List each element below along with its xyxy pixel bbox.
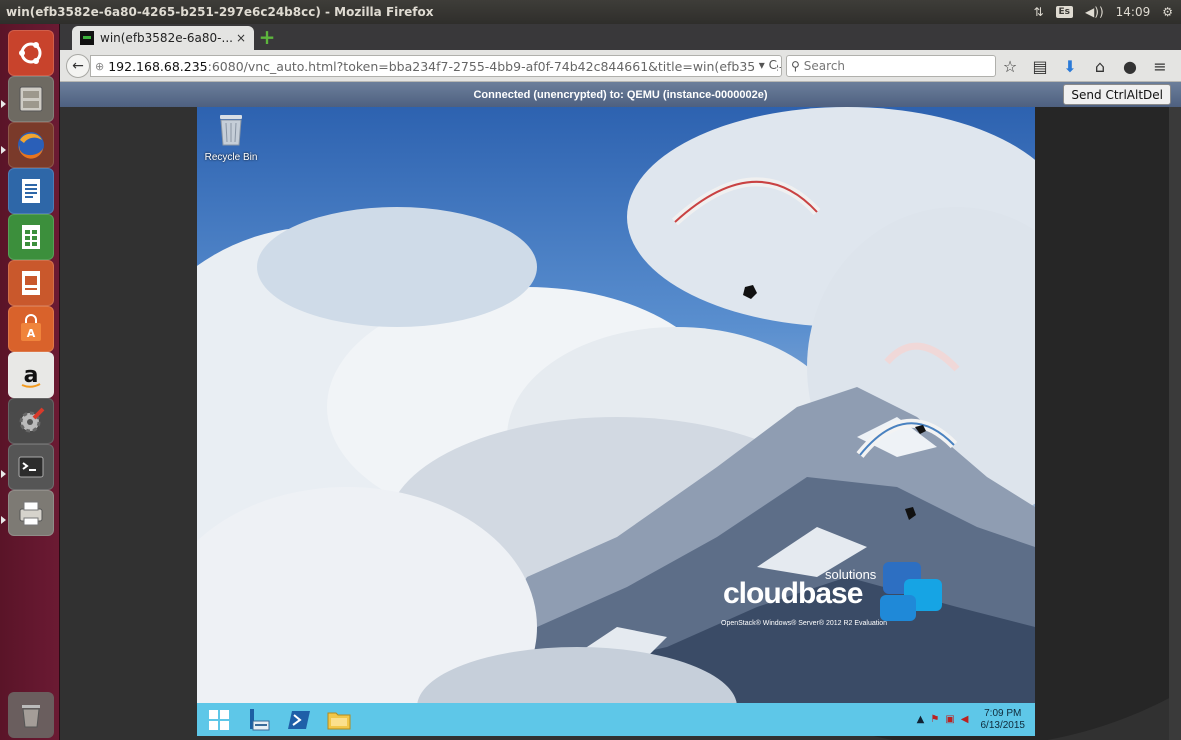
firefox-window: win(efb3582e-6a80-... × + ← ⊕ 192.168.68… xyxy=(60,24,1181,740)
tab-title: win(efb3582e-6a80-... xyxy=(100,31,232,45)
running-indicator xyxy=(1,516,6,524)
vnc-canvas-area: Recycle Bin solutions cloudbase OpenStac… xyxy=(60,107,1181,740)
downloads-icon[interactable]: ⬇ xyxy=(1060,57,1080,76)
ubuntu-logo-icon xyxy=(19,42,42,64)
windows-logo-icon xyxy=(209,709,229,730)
taskbar-file-explorer[interactable] xyxy=(319,703,359,736)
site-identity-icon[interactable]: ⊕ xyxy=(95,60,104,73)
url-dropdown-reload[interactable]: ▾ C xyxy=(754,58,777,72)
search-placeholder: Search xyxy=(803,59,846,73)
vnc-favicon-icon xyxy=(80,31,94,45)
volume-tray-icon[interactable]: ◀ xyxy=(961,714,969,725)
url-bar[interactable]: ⊕ 192.168.68.235 :6080/vnc_auto.html?tok… xyxy=(90,55,782,77)
recycle-bin-icon xyxy=(220,115,242,146)
launcher-item-terminal[interactable] xyxy=(8,444,54,490)
shopping-bag-icon: A xyxy=(21,314,41,341)
bookmark-star-icon[interactable]: ☆ xyxy=(1000,57,1020,76)
search-input[interactable]: ⚲ Search xyxy=(786,55,996,77)
bookmarks-menu-icon[interactable]: ▤ xyxy=(1030,57,1050,76)
network-icon[interactable]: ⇅ xyxy=(1033,5,1043,19)
calc-icon xyxy=(22,225,40,249)
launcher-item-writer[interactable] xyxy=(8,168,54,214)
keyboard-layout-indicator[interactable]: Es xyxy=(1055,6,1074,18)
screen: win(efb3582e-6a80-4265-b251-297e6c24b8cc… xyxy=(0,0,1181,740)
launcher-item-dash-home[interactable] xyxy=(8,30,54,76)
launcher-item-trash[interactable] xyxy=(8,692,54,738)
terminal-icon xyxy=(18,456,44,478)
launcher-item-impress[interactable] xyxy=(8,260,54,306)
hello-chat-icon[interactable]: ● xyxy=(1120,57,1140,76)
remote-windows-desktop[interactable]: Recycle Bin solutions cloudbase OpenStac… xyxy=(197,107,1035,736)
scrollbar[interactable] xyxy=(1169,107,1181,740)
server-manager-icon xyxy=(250,708,270,730)
url-host: 192.168.68.235 xyxy=(108,58,208,74)
brand-name: cloudbase xyxy=(723,577,863,610)
svg-text:a: a xyxy=(24,363,39,388)
tab-close-button[interactable]: × xyxy=(236,31,246,45)
top-panel: win(efb3582e-6a80-4265-b251-297e6c24b8cc… xyxy=(0,0,1181,24)
search-icon: ⚲ xyxy=(791,59,800,73)
windows-taskbar: ▲ ⚑ ▣ ◀ 7:09 PM 6/13/2015 xyxy=(197,703,1035,736)
taskbar-powershell[interactable] xyxy=(279,703,319,736)
launcher-item-printer[interactable] xyxy=(8,490,54,536)
impress-icon xyxy=(22,271,40,295)
vnc-status-bar: Connected (unencrypted) to: QEMU (instan… xyxy=(60,82,1181,107)
recycle-bin-label: Recycle Bin xyxy=(204,152,258,163)
svg-text:A: A xyxy=(27,327,36,340)
new-tab-button[interactable]: + xyxy=(258,27,276,47)
back-button[interactable]: ← xyxy=(66,54,90,78)
tab-strip: win(efb3582e-6a80-... × + xyxy=(60,24,1181,50)
clock[interactable]: 14:09 xyxy=(1116,5,1151,19)
taskbar-clock[interactable]: 7:09 PM 6/13/2015 xyxy=(981,708,1026,732)
network-tray-icon[interactable]: ▣ xyxy=(945,714,954,725)
clock-date: 6/13/2015 xyxy=(980,719,1026,731)
launcher-item-amazon[interactable]: a xyxy=(8,352,54,398)
launcher-item-calc[interactable] xyxy=(8,214,54,260)
menu-hamburger-icon[interactable]: ≡ xyxy=(1150,57,1170,76)
panel-indicators: ⇅ Es ◀)) 14:09 ⚙ xyxy=(1033,0,1173,24)
trash-icon xyxy=(22,705,40,728)
speaker-icon[interactable]: ◀)) xyxy=(1085,5,1104,19)
start-button[interactable] xyxy=(199,703,239,736)
running-indicator xyxy=(1,146,6,154)
tray-expand-icon[interactable]: ▲ xyxy=(917,714,925,725)
navigation-toolbar: ← ⊕ 192.168.68.235 :6080/vnc_auto.html?t… xyxy=(60,50,1181,82)
launcher-item-files[interactable] xyxy=(8,76,54,122)
wallpaper xyxy=(197,107,1035,736)
launcher-item-software-center[interactable]: A xyxy=(8,306,54,352)
browser-tab[interactable]: win(efb3582e-6a80-... × xyxy=(72,26,254,50)
desktop-icon-recycle-bin[interactable]: Recycle Bin xyxy=(201,113,261,163)
system-tray: ▲ ⚑ ▣ ◀ 7:09 PM 6/13/2015 xyxy=(917,703,1035,736)
send-ctrl-alt-del-button[interactable]: Send CtrlAltDel xyxy=(1063,84,1171,105)
toolbar-icons: ☆ ▤ ⬇ ⌂ ● ≡ xyxy=(1000,50,1170,82)
running-indicator xyxy=(1,100,6,108)
printer-icon xyxy=(19,501,43,526)
vnc-status-text: Connected (unencrypted) to: QEMU (instan… xyxy=(473,88,768,101)
powershell-icon xyxy=(288,710,310,729)
writer-icon xyxy=(22,179,40,203)
action-center-icon[interactable]: ⚑ xyxy=(930,714,939,725)
power-gear-icon[interactable]: ⚙ xyxy=(1162,5,1173,19)
file-cabinet-icon xyxy=(19,86,43,112)
launcher-item-firefox[interactable] xyxy=(8,122,54,168)
cloudbase-branding: solutions cloudbase OpenStack® Windows® … xyxy=(717,565,1017,635)
window-title: win(efb3582e-6a80-4265-b251-297e6c24b8cc… xyxy=(6,5,434,19)
launcher-item-system-settings[interactable] xyxy=(8,398,54,444)
home-icon[interactable]: ⌂ xyxy=(1090,57,1110,76)
clock-time: 7:09 PM xyxy=(984,707,1022,719)
settings-wrench-icon xyxy=(19,407,45,433)
firefox-icon xyxy=(18,132,44,159)
folder-icon xyxy=(327,712,351,729)
brand-subtitle: OpenStack® Windows® Server® 2012 R2 Eval… xyxy=(721,620,888,627)
url-path: :6080/vnc_auto.html?token=bba234f7-2755-… xyxy=(207,58,781,74)
arrow-left-icon: ← xyxy=(72,58,84,74)
amazon-icon: a xyxy=(21,363,41,388)
unity-launcher: A a xyxy=(0,24,60,740)
taskbar-server-manager[interactable] xyxy=(239,703,279,736)
running-indicator xyxy=(1,470,6,478)
